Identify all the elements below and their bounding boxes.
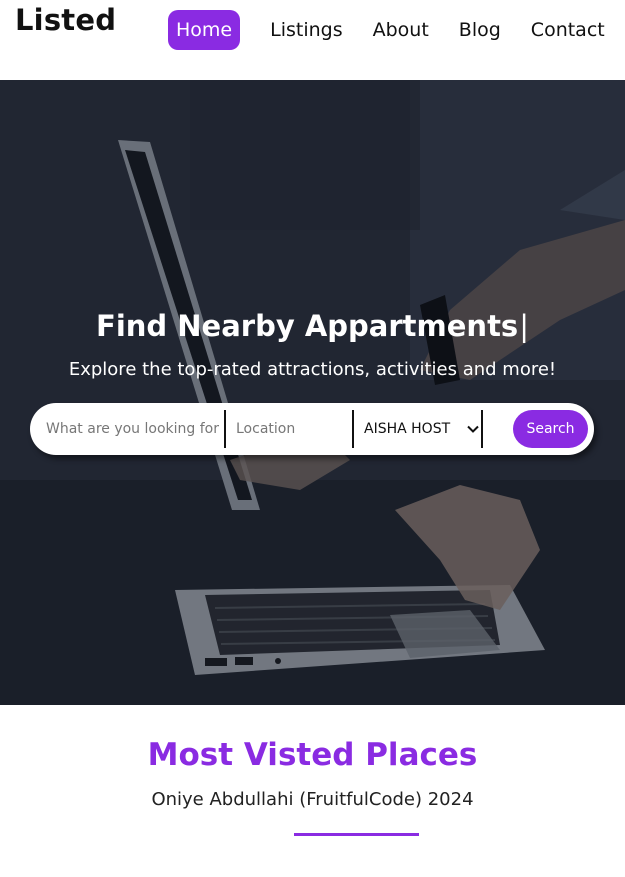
search-button[interactable]: Search — [513, 410, 588, 448]
site-logo[interactable]: Listed — [15, 2, 116, 38]
section-subtitle: Oniye Abdullahi (FruitfulCode) 2024 — [151, 789, 474, 810]
hero-subtitle: Explore the top-rated attractions, activ… — [68, 359, 557, 380]
typing-cursor: | — [519, 309, 529, 343]
nav-item-about[interactable]: About — [373, 10, 429, 50]
nav-item-listings[interactable]: Listings — [270, 10, 343, 50]
hero-section: Find Nearby Appartments| Explore the top… — [0, 80, 625, 705]
host-select-value: AISHA HOST — [364, 421, 451, 437]
nav-item-home[interactable]: Home — [168, 10, 241, 50]
section-title: Most Visted Places — [147, 737, 478, 773]
hero-title: Find Nearby Appartments| — [0, 306, 625, 346]
main-nav: Home Listings About Blog Contact — [168, 10, 605, 50]
search-divider — [224, 410, 226, 448]
nav-item-blog[interactable]: Blog — [459, 10, 501, 50]
most-visited-section: Most Visted Places Oniye Abdullahi (Frui… — [0, 705, 625, 877]
search-divider — [352, 410, 354, 448]
section-underline — [294, 833, 419, 836]
search-what-input[interactable] — [46, 409, 220, 449]
chevron-down-icon — [467, 425, 479, 433]
search-bar: AISHA HOST Search — [30, 403, 594, 455]
nav-item-contact[interactable]: Contact — [531, 10, 605, 50]
hero-title-text: Find Nearby Appartments — [96, 309, 519, 343]
hero-overlay — [0, 80, 625, 705]
host-select[interactable]: AISHA HOST — [364, 415, 480, 443]
search-divider — [481, 410, 483, 448]
search-location-input[interactable] — [236, 409, 346, 449]
site-header: Listed Home Listings About Blog Contact — [0, 0, 625, 80]
